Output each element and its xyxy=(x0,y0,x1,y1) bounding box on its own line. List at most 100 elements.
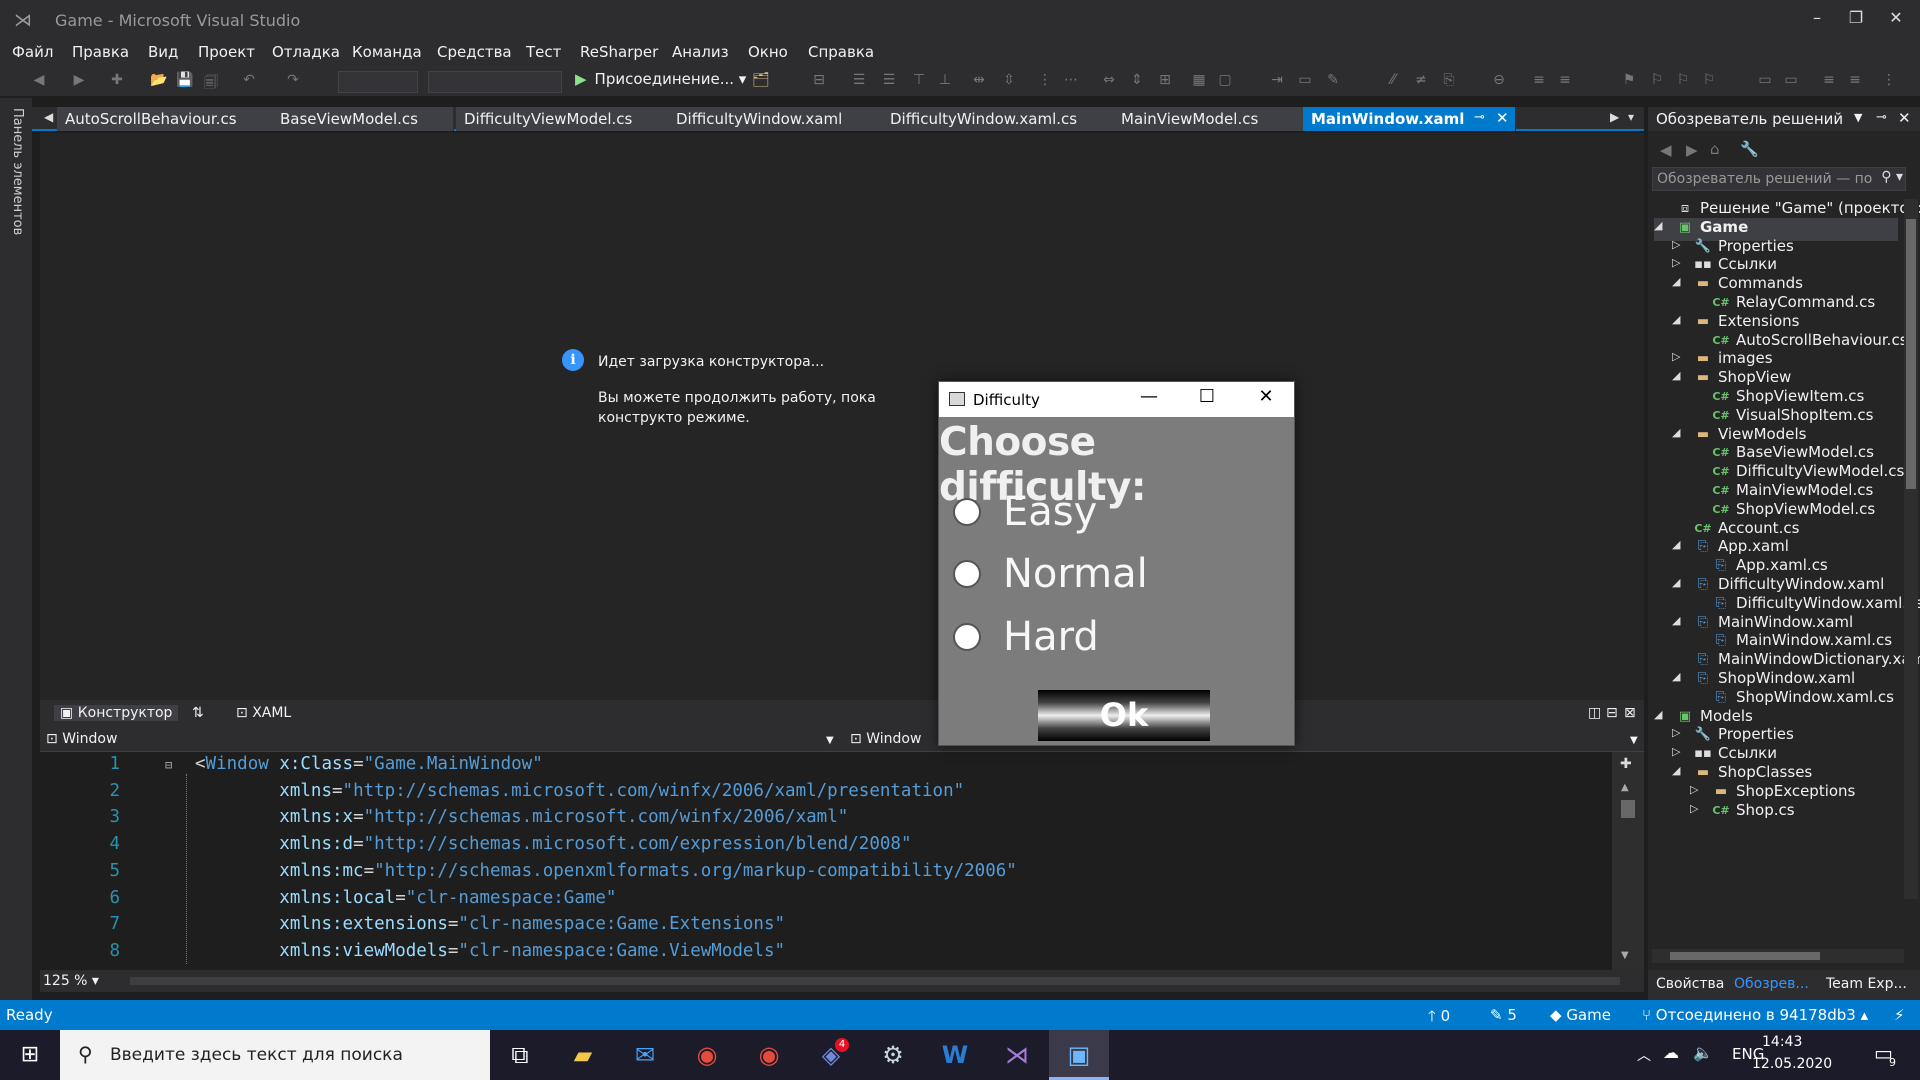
format-icon[interactable]: ✎ xyxy=(1324,72,1342,90)
radio-button-hard[interactable] xyxy=(953,623,981,651)
mail-icon[interactable]: ✉ xyxy=(615,1030,675,1080)
uncomment-icon[interactable]: ≠ xyxy=(1412,72,1430,90)
ok-button[interactable]: Ok xyxy=(1038,690,1210,741)
list-2-icon[interactable]: ≡ xyxy=(1556,72,1574,90)
se-forward-icon[interactable]: ▶ xyxy=(1686,141,1698,159)
tab-properties-panel[interactable]: Свойства xyxy=(1656,976,1724,992)
collapsed-arrow-icon[interactable]: ▷ xyxy=(1672,256,1686,269)
se-properties-icon[interactable]: 🔧 xyxy=(1740,140,1759,158)
menu-tools[interactable]: Средства xyxy=(437,43,512,61)
center-horizontal-icon[interactable]: ⇹ xyxy=(970,72,988,90)
menu-test[interactable]: Тест xyxy=(526,43,561,61)
se-home-icon[interactable]: ⌂ xyxy=(1710,140,1720,158)
expanded-arrow-icon[interactable]: ◢ xyxy=(1672,426,1686,439)
close-button[interactable]: ✕ xyxy=(1878,8,1914,32)
snippet-icon[interactable]: ⎘ xyxy=(1440,72,1458,90)
align-left-icon[interactable]: ⊟ xyxy=(810,72,828,90)
pending-changes[interactable]: ✎ 5 xyxy=(1490,1006,1517,1024)
menu-file[interactable]: Файл xyxy=(12,43,53,61)
expanded-arrow-icon[interactable]: ◢ xyxy=(1654,219,1668,232)
tool-icon[interactable]: ▭ xyxy=(1782,72,1800,90)
align-right-icon[interactable]: ☰ xyxy=(880,72,898,90)
tab-baseviewmodel[interactable]: BaseViewModel.cs xyxy=(272,107,454,131)
expanded-arrow-icon[interactable]: ◢ xyxy=(1672,670,1686,683)
chrome-icon[interactable]: ◉ xyxy=(739,1030,799,1080)
bookmark-next-icon[interactable]: ⚐ xyxy=(1674,72,1692,90)
tabs-scroll-right-icon[interactable]: ▶ xyxy=(1610,110,1619,124)
menu-analyze[interactable]: Анализ xyxy=(672,43,729,61)
expanded-arrow-icon[interactable]: ◢ xyxy=(1672,369,1686,382)
list-icon[interactable]: ≡ xyxy=(1530,72,1548,90)
expanded-arrow-icon[interactable]: ◢ xyxy=(1654,708,1668,721)
menu-help[interactable]: Справка xyxy=(808,43,874,61)
branch-name[interactable]: ⑂ Отсоединено в 94178db3 ▴ xyxy=(1642,1006,1868,1024)
restore-button[interactable]: ❐ xyxy=(1838,8,1874,32)
discord-icon[interactable]: ◈ 4 xyxy=(801,1030,861,1080)
onedrive-icon[interactable]: ☁ xyxy=(1663,1043,1679,1062)
redo-icon[interactable]: ↷ xyxy=(284,72,302,90)
back-icon[interactable]: ◀ xyxy=(30,72,48,90)
open-file-icon[interactable]: 📂 xyxy=(150,72,168,90)
tree-horizontal-scrollbar[interactable] xyxy=(1652,949,1904,963)
tab-close-icon[interactable]: ✕ xyxy=(1496,109,1509,127)
clock-time[interactable]: 14:43 xyxy=(1762,1034,1802,1050)
tab-xaml[interactable]: ⊡ XAML xyxy=(236,705,291,721)
expanded-arrow-icon[interactable]: ◢ xyxy=(1672,576,1686,589)
game-app-icon[interactable]: ▣ xyxy=(1049,1030,1109,1080)
repository-name[interactable]: ◆ Game xyxy=(1550,1006,1611,1024)
horizontal-split-icon[interactable]: ⊟ xyxy=(1606,705,1618,721)
expanded-arrow-icon[interactable]: ◢ xyxy=(1672,313,1686,326)
expanded-arrow-icon[interactable]: ◢ xyxy=(1672,275,1686,288)
search-icon[interactable]: ⚲ ▾ xyxy=(1881,169,1903,185)
tabs-scroll-left-icon[interactable]: ◀ xyxy=(44,110,53,124)
tabs-dropdown-icon[interactable]: ▾ xyxy=(1628,110,1634,124)
collapsed-arrow-icon[interactable]: ▷ xyxy=(1690,802,1704,815)
indent-icon[interactable]: ⇥ xyxy=(1268,72,1286,90)
center-vertical-icon[interactable]: ⇳ xyxy=(1000,72,1018,90)
bookmark-clear-icon[interactable]: ⚐ xyxy=(1700,72,1718,90)
panel-pin-icon[interactable]: ⊸ xyxy=(1876,110,1887,125)
solution-search-box[interactable]: Обозреватель решений — поиск ⚲ ▾ xyxy=(1652,167,1906,191)
file-explorer-icon[interactable]: ▰ xyxy=(553,1030,613,1080)
element-combo-right[interactable]: ⊡ Window xyxy=(850,731,921,747)
radio-label-easy[interactable]: Easy xyxy=(1003,489,1097,535)
scroll-thumb[interactable] xyxy=(1621,800,1635,818)
collapsed-arrow-icon[interactable]: ▷ xyxy=(1672,350,1686,363)
size-3-icon[interactable]: ⊞ xyxy=(1156,72,1174,90)
align-top-icon[interactable]: ⊤ xyxy=(910,72,928,90)
collapse-region-icon[interactable]: ⊟ xyxy=(165,758,172,772)
swap-panes-button[interactable]: ⇅ xyxy=(192,705,204,721)
collapsed-arrow-icon[interactable]: ▷ xyxy=(1672,745,1686,758)
code-vertical-scrollbar[interactable]: ✚ ▲ ▼ xyxy=(1612,752,1644,970)
radio-label-normal[interactable]: Normal xyxy=(1003,551,1148,597)
collapsed-arrow-icon[interactable]: ▷ xyxy=(1672,726,1686,739)
bookmark-icon[interactable]: ⚑ xyxy=(1620,72,1638,90)
radio-label-hard[interactable]: Hard xyxy=(1003,614,1099,660)
doc-icon[interactable]: ▭ xyxy=(1296,72,1314,90)
notifications-icon[interactable]: ⚡ xyxy=(1894,1006,1905,1024)
folder-tool-icon[interactable]: ▭ xyxy=(1756,72,1774,90)
dialog-maximize-button[interactable]: ☐ xyxy=(1187,386,1227,407)
align-bottom-icon[interactable]: ⊥ xyxy=(936,72,954,90)
volume-icon[interactable]: 🔈 xyxy=(1693,1043,1713,1062)
minimize-button[interactable]: – xyxy=(1799,8,1835,32)
tree-vertical-scrollbar[interactable] xyxy=(1904,199,1918,899)
attach-run-button[interactable]: ▶ Присоединение... ▾ xyxy=(575,70,746,88)
menu-edit[interactable]: Правка xyxy=(72,43,129,61)
code-horizontal-scrollbar[interactable] xyxy=(130,977,1620,985)
tray-overflow-icon[interactable]: ︿ xyxy=(1637,1045,1651,1065)
xaml-code-editor[interactable]: 1 <Window x:Class="Game.MainWindow" 2 xmln… xyxy=(40,752,1612,970)
size-icon[interactable]: ⇔ xyxy=(1100,72,1118,90)
expanded-arrow-icon[interactable]: ◢ xyxy=(1672,764,1686,777)
element-combo-left-arrow[interactable]: ▼ xyxy=(826,735,834,746)
grid-icon[interactable]: ▦ xyxy=(1190,72,1208,90)
panel-menu-icon[interactable]: ▼ xyxy=(1854,111,1862,124)
toolbox-tab[interactable]: Панель элементов xyxy=(10,108,25,235)
tree-scroll-thumb[interactable] xyxy=(1906,219,1916,489)
tab-solution-explorer-panel[interactable]: Обозрев... xyxy=(1734,976,1809,992)
menu-view[interactable]: Вид xyxy=(148,43,178,61)
bookmark-prev-icon[interactable]: ⚐ xyxy=(1648,72,1666,90)
tab-mainviewmodel[interactable]: MainViewModel.cs xyxy=(1113,107,1333,131)
element-combo-left[interactable]: ⊡ Window xyxy=(46,731,117,747)
chrome-profile-icon[interactable]: ◉ xyxy=(677,1030,737,1080)
